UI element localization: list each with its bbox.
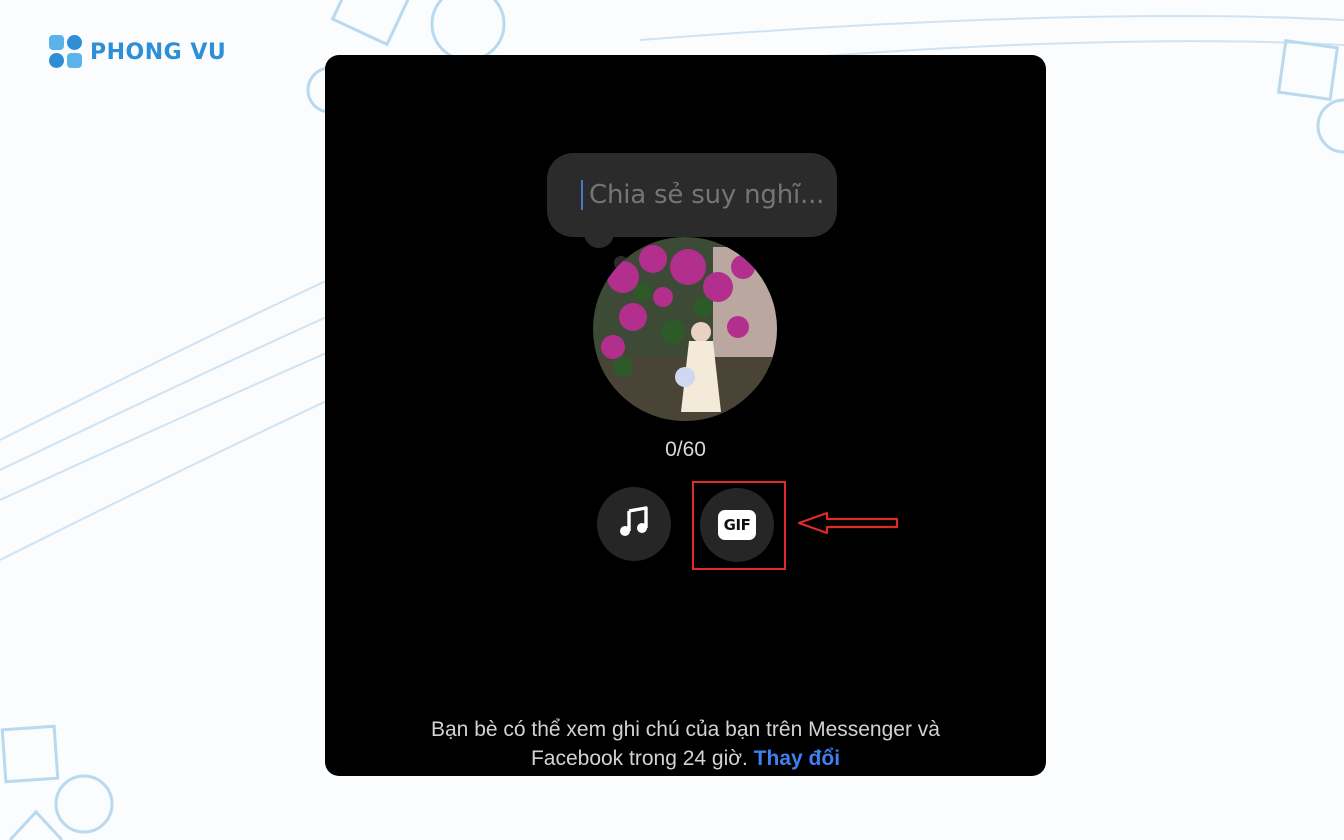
notice-line-1: Bạn bè có thể xem ghi chú của bạn trên M…: [431, 718, 940, 741]
character-counter: 0/60: [665, 438, 706, 461]
bubble-tail: [584, 228, 614, 248]
note-panel: 0/60 GIF Bạn bè có thể xem ghi chú của b…: [325, 55, 1046, 776]
notice-line-2-text: Facebook trong 24 giờ.: [530, 747, 748, 770]
annotation-arrow-icon: [797, 511, 899, 535]
annotation-highlight-box: [692, 481, 786, 570]
change-audience-link[interactable]: Thay đổi: [754, 747, 840, 770]
music-note-icon: [617, 505, 651, 544]
note-bubble[interactable]: [547, 153, 837, 237]
visibility-notice: Bạn bè có thể xem ghi chú của bạn trên M…: [325, 715, 1046, 773]
text-caret: [581, 180, 583, 210]
note-input[interactable]: [587, 179, 831, 211]
avatar: [593, 237, 777, 421]
brand-name: PHONG VU: [90, 39, 227, 65]
music-button[interactable]: [597, 487, 671, 561]
notice-line-2: Facebook trong 24 giờ. Thay đổi: [325, 744, 1046, 773]
brand-mark-icon: [48, 34, 84, 70]
brand-logo: PHONG VU: [48, 34, 226, 70]
